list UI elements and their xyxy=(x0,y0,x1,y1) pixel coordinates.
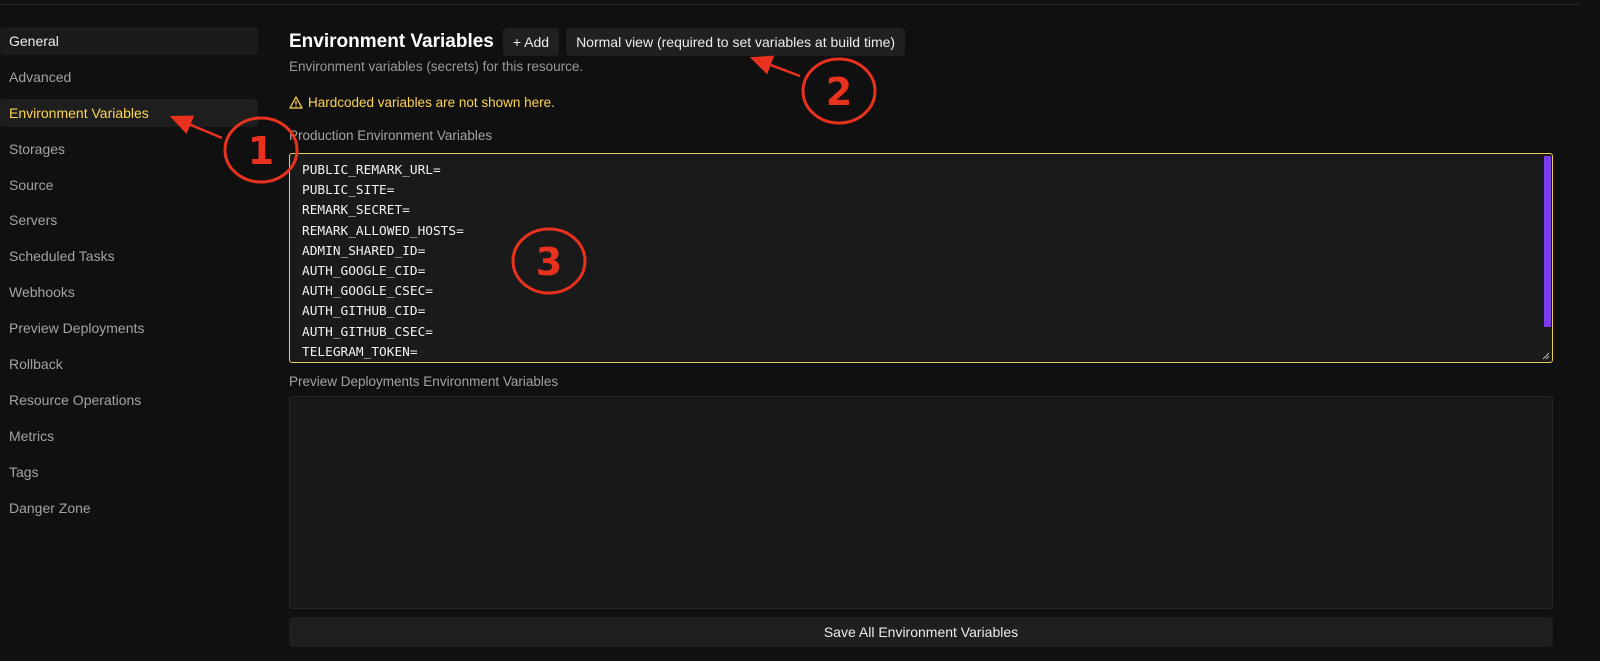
header-row: Environment Variables + Add Normal view … xyxy=(289,28,912,56)
env-line: AUTH_GOOGLE_CSEC= xyxy=(302,284,433,300)
env-line: AUTH_GOOGLE_CID= xyxy=(302,263,426,279)
env-line: AUTH_GITHUB_CID= xyxy=(302,304,426,320)
sidebar-item-general[interactable]: General xyxy=(0,27,258,55)
sidebar-item-scheduled-tasks[interactable]: Scheduled Tasks xyxy=(0,242,258,270)
sidebar-item-danger-zone[interactable]: Danger Zone xyxy=(0,494,258,522)
production-env-textarea[interactable]: PUBLIC_REMARK_URL= PUBLIC_SITE= REMARK_S… xyxy=(289,153,1553,363)
preview-env-label: Preview Deployments Environment Variable… xyxy=(289,374,559,389)
env-line: AUTH_GITHUB_CSEC= xyxy=(302,324,433,340)
production-env-label: Production Environment Variables xyxy=(289,128,493,143)
env-line: ADMIN_SHARED_ID= xyxy=(302,243,426,259)
app-root: General Advanced Environment Variables S… xyxy=(0,0,1600,661)
resize-handle-icon[interactable] xyxy=(1542,352,1550,360)
env-line: PUBLIC_REMARK_URL= xyxy=(302,163,441,178)
page-title: Environment Variables xyxy=(289,31,494,52)
normal-view-button[interactable]: Normal view (required to set variables a… xyxy=(566,28,906,56)
hardcoded-warning: Hardcoded variables are not shown here. xyxy=(289,95,555,110)
sidebar-item-rollback[interactable]: Rollback xyxy=(0,350,258,378)
scrollbar-thumb[interactable] xyxy=(1544,156,1551,327)
sidebar-item-resource-operations[interactable]: Resource Operations xyxy=(0,386,258,414)
page-subtitle: Environment variables (secrets) for this… xyxy=(289,59,584,74)
save-all-button[interactable]: Save All Environment Variables xyxy=(289,617,1553,647)
sidebar-item-storages[interactable]: Storages xyxy=(0,135,258,163)
sidebar-item-tags[interactable]: Tags xyxy=(0,458,258,486)
main-panel: Environment Variables + Add Normal view … xyxy=(289,0,1582,661)
env-line: TELEGRAM_TOKEN= xyxy=(302,344,418,360)
sidebar-item-webhooks[interactable]: Webhooks xyxy=(0,278,258,306)
sidebar-item-preview-deployments[interactable]: Preview Deployments xyxy=(0,314,258,342)
production-env-content: PUBLIC_REMARK_URL= PUBLIC_SITE= REMARK_S… xyxy=(302,161,464,362)
env-line: REMARK_ALLOWED_HOSTS= xyxy=(302,223,464,239)
sidebar-item-environment-variables[interactable]: Environment Variables xyxy=(0,98,258,127)
warning-text: Hardcoded variables are not shown here. xyxy=(308,95,555,110)
env-line: PUBLIC_SITE= xyxy=(302,183,395,199)
preview-env-textarea[interactable] xyxy=(289,396,1553,609)
warning-triangle-icon xyxy=(289,96,303,109)
sidebar-item-metrics[interactable]: Metrics xyxy=(0,422,258,450)
env-line: REMARK_SECRET= xyxy=(302,203,410,219)
sidebar-item-advanced[interactable]: Advanced xyxy=(0,63,258,91)
sidebar: General Advanced Environment Variables S… xyxy=(0,27,258,529)
sidebar-item-servers[interactable]: Servers xyxy=(0,206,258,234)
sidebar-item-source[interactable]: Source xyxy=(0,171,258,199)
add-button[interactable]: + Add xyxy=(502,28,560,56)
